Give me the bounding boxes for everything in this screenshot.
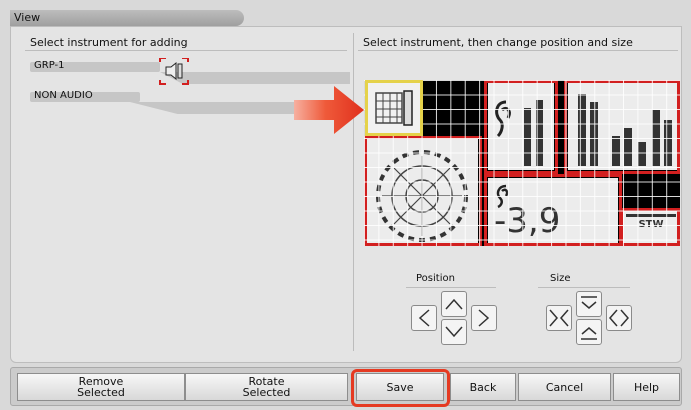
cancel-button[interactable]: Cancel (518, 373, 611, 401)
back-button[interactable]: Back (450, 373, 516, 401)
grow-horizontal-icon (609, 309, 629, 327)
list-item-label: NON AUDIO (34, 90, 93, 101)
outline-bar-meter (564, 80, 680, 174)
window-title: View (14, 11, 41, 24)
panel-divider (353, 33, 354, 351)
position-left-button[interactable] (411, 305, 437, 331)
outline-radar (364, 136, 482, 246)
outline-tag (620, 208, 680, 246)
grow-vertical-icon (581, 327, 597, 340)
speaker-icon (159, 58, 189, 85)
shrink-vertical-icon (581, 296, 597, 309)
size-shrink-horizontal-button[interactable] (546, 305, 572, 331)
size-grow-horizontal-button[interactable] (606, 305, 632, 331)
remove-label-line-2: Selected (77, 386, 125, 399)
chevron-up-icon (445, 298, 463, 310)
chevron-left-icon (418, 309, 430, 327)
remove-selected-button[interactable]: Remove Selected (17, 373, 185, 401)
help-label: Help (633, 380, 660, 394)
chevron-down-icon (445, 326, 463, 338)
right-header-line (358, 50, 678, 51)
outline-readout (484, 174, 622, 246)
shrink-horizontal-icon (549, 309, 569, 327)
position-up-button[interactable] (441, 291, 467, 317)
cancel-label: Cancel (545, 380, 584, 394)
list-item-grp-1[interactable]: GRP-1 (30, 58, 350, 85)
size-label: Size (550, 273, 571, 284)
list-item-label: GRP-1 (34, 60, 65, 71)
left-header-line (25, 50, 347, 51)
back-label: Back (469, 380, 497, 394)
position-label: Position (416, 273, 455, 284)
position-down-button[interactable] (441, 319, 467, 345)
left-panel-header: Select instrument for adding (30, 36, 188, 49)
position-line (406, 287, 496, 288)
pointer-arrow-icon (294, 86, 364, 134)
selected-instrument-tile[interactable] (365, 80, 423, 136)
outline-ear-meter (484, 80, 558, 174)
rotate-selected-button[interactable]: Rotate Selected (185, 373, 348, 401)
right-panel-header: Select instrument, then change position … (363, 36, 633, 49)
speaker-grid-icon (375, 90, 413, 126)
rotate-label-line-2: Selected (242, 386, 291, 399)
save-highlight (351, 369, 450, 407)
size-shrink-vertical-button[interactable] (576, 291, 602, 317)
help-button[interactable]: Help (613, 373, 680, 401)
position-right-button[interactable] (471, 305, 497, 331)
chevron-right-icon (478, 309, 490, 327)
size-grow-vertical-button[interactable] (576, 319, 602, 345)
window-title-tab: View (10, 10, 244, 26)
size-line (538, 287, 630, 288)
